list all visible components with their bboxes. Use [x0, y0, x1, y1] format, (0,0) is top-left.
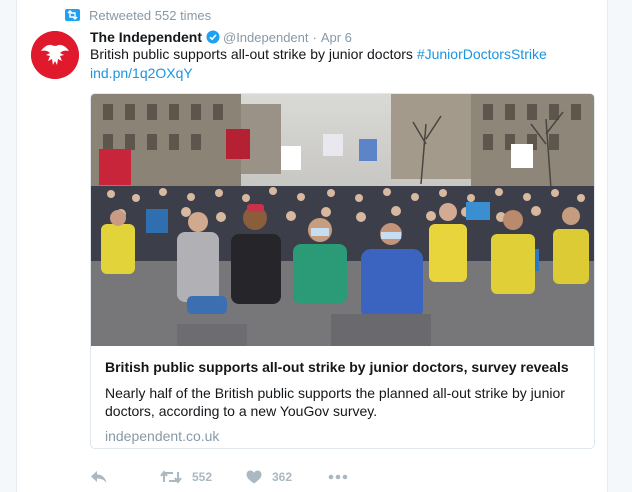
tweet-text: British public supports all-out strike b…: [90, 45, 595, 83]
retweet-count-text: Retweeted 552 times: [89, 7, 212, 23]
hashtag-link[interactable]: #JuniorDoctorsStrike: [417, 46, 547, 62]
tweet-header: The Independent @Independent · Apr 6: [90, 27, 352, 47]
retweet-icon: [160, 470, 182, 484]
card-domain[interactable]: independent.co.uk: [105, 428, 580, 444]
retweet-button[interactable]: 552: [160, 470, 246, 484]
eagle-logo: [31, 31, 79, 79]
retweet-context: Retweeted 552 times: [65, 7, 211, 23]
retweet-icon: [65, 9, 80, 21]
verified-badge-icon: [206, 30, 220, 44]
heart-icon: [246, 470, 262, 484]
more-icon: [328, 474, 348, 480]
card-description: Nearly half of the British public suppor…: [105, 385, 565, 419]
retweet-count: 552: [192, 470, 213, 484]
card-title[interactable]: British public supports all-out strike b…: [105, 358, 580, 376]
short-url-link[interactable]: ind.pn/1q2OXqY: [90, 65, 193, 81]
protest-photo[interactable]: [91, 94, 594, 346]
reply-icon: [90, 470, 108, 484]
tweet-date[interactable]: Apr 6: [321, 30, 352, 45]
separator-dot: ·: [312, 29, 317, 45]
reply-button[interactable]: [90, 470, 160, 484]
like-count: 362: [272, 470, 293, 484]
tweet-body: British public supports all-out strike b…: [90, 46, 413, 62]
link-card[interactable]: British public supports all-out strike b…: [90, 93, 595, 449]
card-body[interactable]: British public supports all-out strike b…: [91, 346, 594, 448]
avatar[interactable]: [31, 31, 79, 79]
author-name[interactable]: The Independent: [90, 29, 202, 45]
like-button[interactable]: 362: [246, 470, 328, 484]
tweet[interactable]: Retweeted 552 times The Independent @Ind…: [16, 0, 608, 492]
tweet-actions: 552 362: [90, 464, 358, 490]
more-button[interactable]: [328, 474, 358, 480]
author-handle[interactable]: @Independent: [223, 30, 309, 45]
